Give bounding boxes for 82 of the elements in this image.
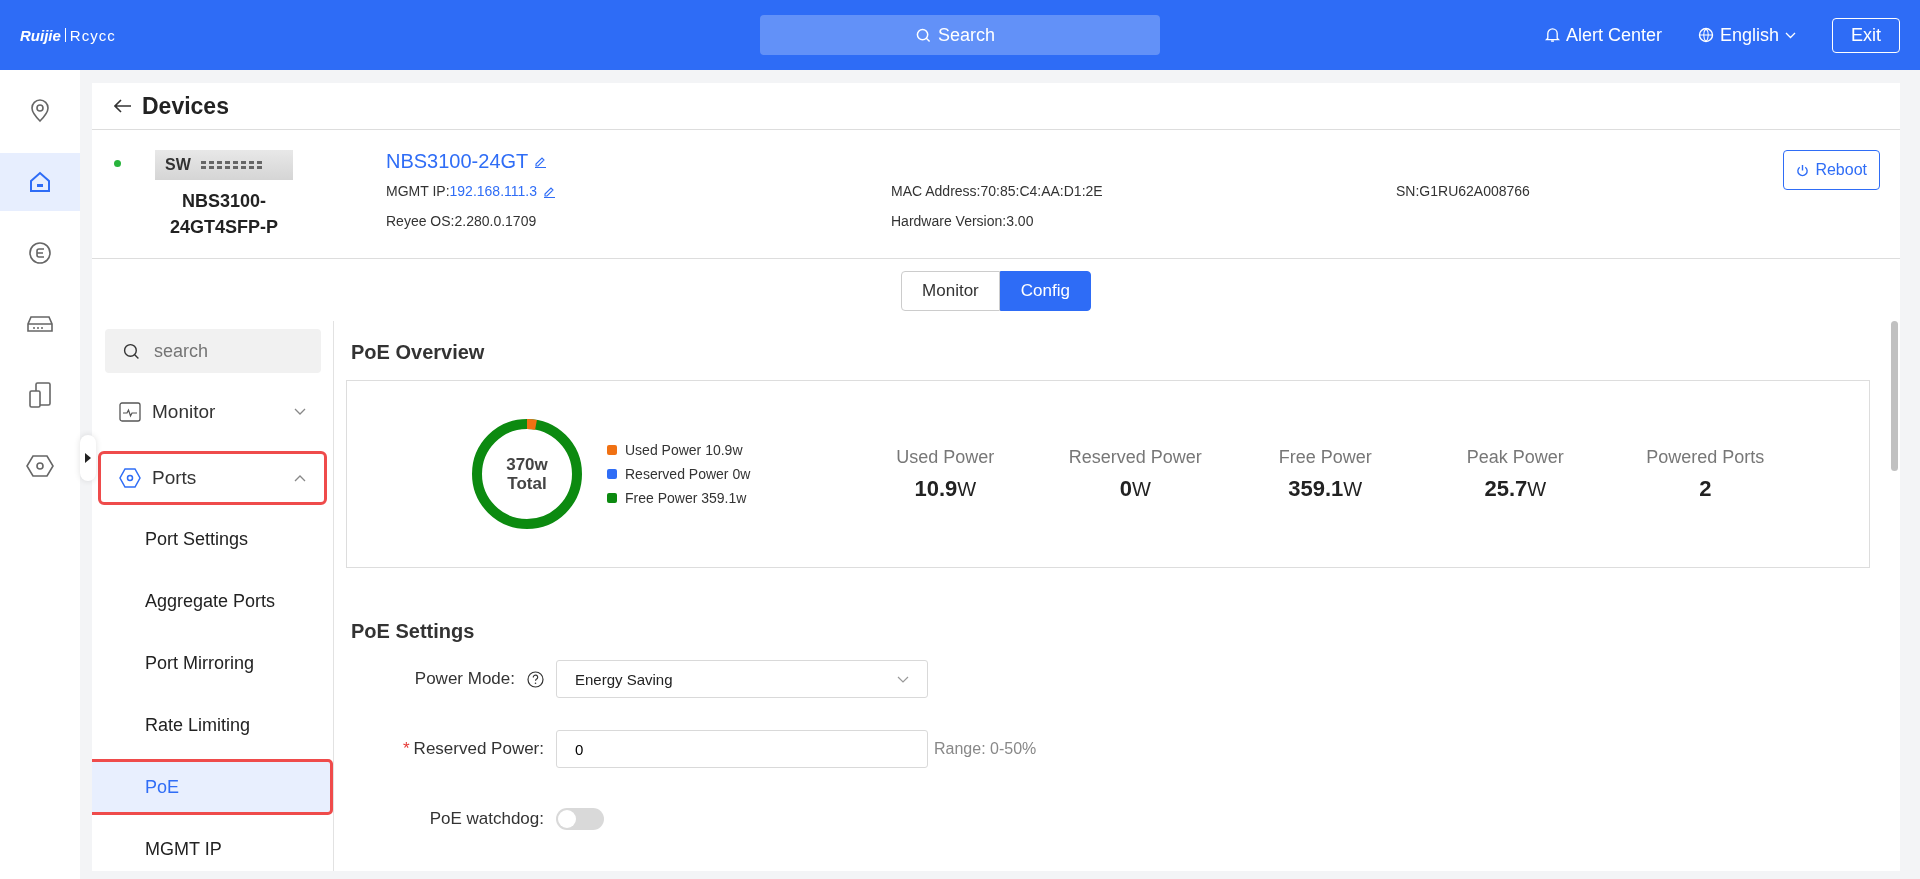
stat-value: 25.7W <box>1484 475 1547 502</box>
total-label: Total <box>507 474 547 493</box>
help-icon[interactable] <box>527 670 544 688</box>
chevron-down-icon <box>897 675 909 683</box>
brand-logo: Ruijie Rcycc <box>20 26 117 44</box>
search-field[interactable]: search <box>105 329 321 373</box>
legend-label: Reserved Power 0w <box>625 466 751 482</box>
search-input[interactable]: search <box>152 339 316 363</box>
nav-group[interactable]: Monitor <box>98 385 327 439</box>
nav-item[interactable]: PoE <box>92 759 333 815</box>
view-tab[interactable]: Config <box>999 271 1091 311</box>
nav-item[interactable]: Aggregate Ports <box>92 573 333 629</box>
collapse-handle[interactable] <box>80 435 96 481</box>
pulse-monitor-icon <box>119 402 141 422</box>
power-icon <box>1796 163 1810 177</box>
info-label: SN: <box>1396 183 1420 199</box>
view-tab[interactable]: Monitor <box>901 271 1000 311</box>
hexagon-icon <box>119 468 141 488</box>
stat-value: 2 <box>1699 475 1712 502</box>
device-model: NBS3100-24GT4SFP-P <box>169 190 279 239</box>
back-arrow-icon[interactable] <box>114 99 132 113</box>
legend-label: Free Power 359.1w <box>625 490 747 506</box>
search-icon <box>123 342 140 360</box>
power-mode-dropdown[interactable]: Energy Saving <box>556 660 928 698</box>
info-label: MAC Address: <box>891 183 981 199</box>
field-label: Power Mode: <box>414 669 515 689</box>
search-input[interactable]: Search <box>936 23 1004 47</box>
info-value: 2.280.0.1709 <box>454 213 537 229</box>
required-mark: * <box>403 739 410 759</box>
range-hint: Range: 0-50% <box>934 740 1037 758</box>
nav-item[interactable]: Port Mirroring <box>92 635 333 691</box>
scrollbar-thumb[interactable] <box>1891 321 1898 471</box>
edit-pencil-icon[interactable] <box>534 155 548 168</box>
home-icon <box>28 170 52 194</box>
stat-label: Peak Power <box>1466 446 1564 468</box>
nav-group[interactable]: Ports <box>98 451 327 505</box>
total-value: 370w <box>506 455 548 474</box>
field-label: PoE watchdog: <box>429 809 544 829</box>
bell-icon <box>1544 27 1560 43</box>
stat-label: Reserved Power <box>1068 446 1202 468</box>
device-name-link[interactable]: NBS3100-24GT <box>386 150 529 173</box>
language-selector[interactable]: English <box>1697 24 1796 46</box>
nav-item[interactable]: Rate Limiting <box>92 697 333 753</box>
exit-button[interactable]: Exit <box>1832 17 1900 53</box>
nav-item[interactable]: Port Settings <box>92 511 333 567</box>
reboot-button[interactable]: Reboot <box>1783 150 1880 190</box>
stat-value: 0W <box>1119 475 1151 502</box>
hexagon-icon <box>26 454 54 478</box>
info-value: 70:85:C4:AA:D1:2E <box>980 183 1103 199</box>
stat-label: Used Power <box>896 446 995 468</box>
section-title: PoE Overview <box>351 341 486 364</box>
globe-icon <box>1697 27 1714 43</box>
info-label: Reyee OS: <box>386 213 455 229</box>
nav-item[interactable]: MGMT IP <box>92 821 333 871</box>
switch-drawing: SW <box>155 150 293 180</box>
info-value: G1RU62A008766 <box>1419 183 1530 199</box>
ip-address-link[interactable]: 192.168.111.3 <box>449 183 537 199</box>
circled-e-icon <box>28 241 52 265</box>
stat-label: Free Power <box>1278 446 1372 468</box>
location-pin-icon <box>28 98 52 124</box>
section-title: PoE Settings <box>351 620 476 643</box>
devices-icon <box>28 381 52 409</box>
router-icon <box>27 315 53 333</box>
search-field[interactable]: Search <box>760 15 1160 55</box>
stat-value: 359.1W <box>1288 475 1363 502</box>
chevron-icon <box>294 474 306 482</box>
alert-center-link[interactable]: Alert Center <box>1544 24 1662 46</box>
info-label: MGMT IP: <box>386 183 450 199</box>
rail-nav-item[interactable] <box>0 153 80 211</box>
search-icon <box>916 27 931 43</box>
chevron-icon <box>294 408 306 416</box>
info-label: Hardware Version: <box>891 213 1007 229</box>
legend-label: Used Power 10.9w <box>625 442 743 458</box>
chevron-down-icon <box>1785 31 1796 39</box>
triangle-right-icon <box>85 453 91 463</box>
reserved-power-field[interactable]: 0 <box>556 730 928 768</box>
field-label: Reserved Power: <box>413 739 544 759</box>
stat-label: Powered Ports <box>1646 446 1765 468</box>
watchdog-toggle[interactable] <box>556 808 604 830</box>
info-value: 3.00 <box>1006 213 1034 229</box>
stat-value: 10.9W <box>914 475 977 502</box>
page-title: Devices <box>142 92 229 120</box>
